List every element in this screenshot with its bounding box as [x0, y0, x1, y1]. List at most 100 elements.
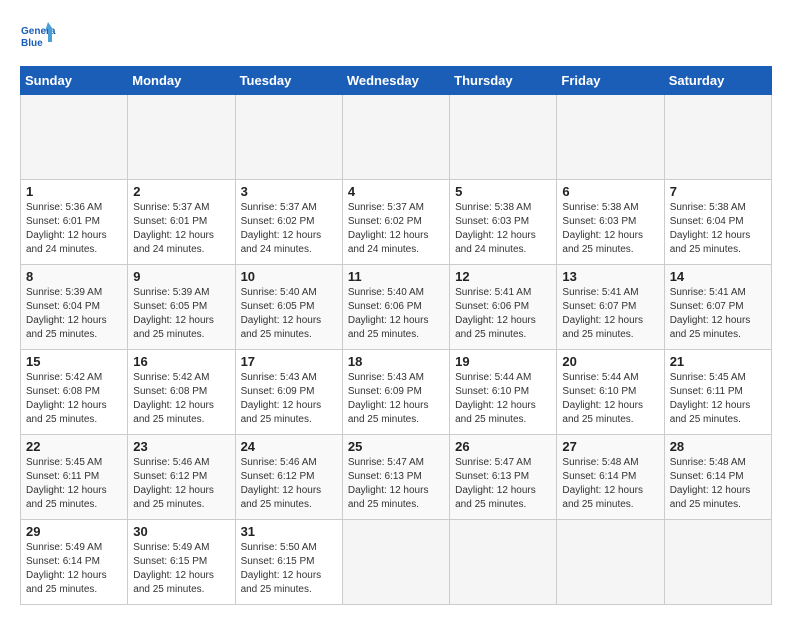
weekday-header-friday: Friday	[557, 67, 664, 95]
day-number: 5	[455, 184, 551, 199]
day-number: 16	[133, 354, 229, 369]
day-number: 21	[670, 354, 766, 369]
calendar-day: 10Sunrise: 5:40 AM Sunset: 6:05 PM Dayli…	[235, 265, 342, 350]
day-number: 26	[455, 439, 551, 454]
calendar-day: 29 Sunrise: 5:49 AM Sunset: 6:14 PM Dayli…	[21, 520, 128, 605]
day-info: Sunrise: 5:50 AM Sunset: 6:15 PM Dayligh…	[241, 541, 337, 597]
day-number: 20	[562, 354, 658, 369]
day-number: 6	[562, 184, 658, 199]
calendar-day: 9Sunrise: 5:39 AM Sunset: 6:05 PM Daylig…	[128, 265, 235, 350]
day-number: 9	[133, 269, 229, 284]
day-info: Sunrise: 5:42 AM Sunset: 6:08 PM Dayligh…	[133, 371, 229, 427]
day-number: 29	[26, 524, 122, 539]
day-number: 13	[562, 269, 658, 284]
day-number: 31	[241, 524, 337, 539]
day-info: Sunrise: 5:38 AM Sunset: 6:03 PM Dayligh…	[455, 201, 551, 257]
calendar-day: 30 Sunrise: 5:49 AM Sunset: 6:15 PM Dayli…	[128, 520, 235, 605]
day-number: 24	[241, 439, 337, 454]
calendar-week-5: 29 Sunrise: 5:49 AM Sunset: 6:14 PM Dayli…	[21, 520, 772, 605]
calendar-week-1: 1 Sunrise: 5:36 AM Sunset: 6:01 PM Daylig…	[21, 180, 772, 265]
calendar-day: 17Sunrise: 5:43 AM Sunset: 6:09 PM Dayli…	[235, 350, 342, 435]
calendar-day: 27 Sunrise: 5:48 AM Sunset: 6:14 PM Dayli…	[557, 435, 664, 520]
calendar-day: 19Sunrise: 5:44 AM Sunset: 6:10 PM Dayli…	[450, 350, 557, 435]
day-number: 2	[133, 184, 229, 199]
day-info: Sunrise: 5:44 AM Sunset: 6:10 PM Dayligh…	[562, 371, 658, 427]
calendar-day: 15Sunrise: 5:42 AM Sunset: 6:08 PM Dayli…	[21, 350, 128, 435]
day-number: 8	[26, 269, 122, 284]
calendar-day: 14 Sunrise: 5:41 AM Sunset: 6:07 PM Dayli…	[664, 265, 771, 350]
day-number: 10	[241, 269, 337, 284]
calendar-day: 28 Sunrise: 5:48 AM Sunset: 6:14 PM Dayli…	[664, 435, 771, 520]
day-number: 1	[26, 184, 122, 199]
day-number: 27	[562, 439, 658, 454]
day-number: 28	[670, 439, 766, 454]
calendar-week-4: 22 Sunrise: 5:45 AM Sunset: 6:11 PM Dayli…	[21, 435, 772, 520]
day-number: 22	[26, 439, 122, 454]
day-info: Sunrise: 5:36 AM Sunset: 6:01 PM Dayligh…	[26, 201, 122, 257]
calendar-day: 16 Sunrise: 5:42 AM Sunset: 6:08 PM Dayli…	[128, 350, 235, 435]
day-number: 17	[241, 354, 337, 369]
logo-graphic: General Blue	[20, 20, 56, 56]
calendar-day	[557, 95, 664, 180]
day-number: 11	[348, 269, 444, 284]
day-number: 3	[241, 184, 337, 199]
calendar-day	[450, 520, 557, 605]
weekday-header-saturday: Saturday	[664, 67, 771, 95]
calendar-day: 20 Sunrise: 5:44 AM Sunset: 6:10 PM Dayli…	[557, 350, 664, 435]
day-info: Sunrise: 5:41 AM Sunset: 6:07 PM Dayligh…	[670, 286, 766, 342]
day-info: Sunrise: 5:38 AM Sunset: 6:04 PM Dayligh…	[670, 201, 766, 257]
calendar-week-2: 8 Sunrise: 5:39 AM Sunset: 6:04 PM Daylig…	[21, 265, 772, 350]
calendar-day: 13 Sunrise: 5:41 AM Sunset: 6:07 PM Dayli…	[557, 265, 664, 350]
day-number: 4	[348, 184, 444, 199]
day-info: Sunrise: 5:48 AM Sunset: 6:14 PM Dayligh…	[562, 456, 658, 512]
day-info: Sunrise: 5:39 AM Sunset: 6:04 PM Dayligh…	[26, 286, 122, 342]
calendar-day: 4 Sunrise: 5:37 AM Sunset: 6:02 PM Daylig…	[342, 180, 449, 265]
calendar-week-0	[21, 95, 772, 180]
calendar-day	[235, 95, 342, 180]
calendar-day: 23Sunrise: 5:46 AM Sunset: 6:12 PM Dayli…	[128, 435, 235, 520]
calendar-day	[128, 95, 235, 180]
calendar-day: 22 Sunrise: 5:45 AM Sunset: 6:11 PM Dayli…	[21, 435, 128, 520]
calendar-day	[664, 95, 771, 180]
day-info: Sunrise: 5:45 AM Sunset: 6:11 PM Dayligh…	[670, 371, 766, 427]
day-info: Sunrise: 5:48 AM Sunset: 6:14 PM Dayligh…	[670, 456, 766, 512]
calendar-day	[664, 520, 771, 605]
logo: General Blue	[20, 20, 56, 56]
calendar-day	[557, 520, 664, 605]
day-info: Sunrise: 5:45 AM Sunset: 6:11 PM Dayligh…	[26, 456, 122, 512]
calendar-day: 8 Sunrise: 5:39 AM Sunset: 6:04 PM Daylig…	[21, 265, 128, 350]
calendar-week-3: 15Sunrise: 5:42 AM Sunset: 6:08 PM Dayli…	[21, 350, 772, 435]
day-number: 30	[133, 524, 229, 539]
day-info: Sunrise: 5:47 AM Sunset: 6:13 PM Dayligh…	[348, 456, 444, 512]
calendar-day	[450, 95, 557, 180]
logo-svg: General Blue	[20, 20, 56, 56]
day-info: Sunrise: 5:40 AM Sunset: 6:06 PM Dayligh…	[348, 286, 444, 342]
day-info: Sunrise: 5:37 AM Sunset: 6:02 PM Dayligh…	[241, 201, 337, 257]
day-info: Sunrise: 5:37 AM Sunset: 6:01 PM Dayligh…	[133, 201, 229, 257]
calendar-day: 24Sunrise: 5:46 AM Sunset: 6:12 PM Dayli…	[235, 435, 342, 520]
calendar-body: 1 Sunrise: 5:36 AM Sunset: 6:01 PM Daylig…	[21, 95, 772, 605]
day-info: Sunrise: 5:41 AM Sunset: 6:07 PM Dayligh…	[562, 286, 658, 342]
day-number: 25	[348, 439, 444, 454]
page-header: General Blue	[20, 20, 772, 56]
weekday-header-wednesday: Wednesday	[342, 67, 449, 95]
calendar-header-row: SundayMondayTuesdayWednesdayThursdayFrid…	[21, 67, 772, 95]
calendar-day: 6 Sunrise: 5:38 AM Sunset: 6:03 PM Daylig…	[557, 180, 664, 265]
calendar-day: 5 Sunrise: 5:38 AM Sunset: 6:03 PM Daylig…	[450, 180, 557, 265]
day-info: Sunrise: 5:49 AM Sunset: 6:14 PM Dayligh…	[26, 541, 122, 597]
calendar-day: 21 Sunrise: 5:45 AM Sunset: 6:11 PM Dayli…	[664, 350, 771, 435]
day-info: Sunrise: 5:44 AM Sunset: 6:10 PM Dayligh…	[455, 371, 551, 427]
calendar-table: SundayMondayTuesdayWednesdayThursdayFrid…	[20, 66, 772, 605]
day-info: Sunrise: 5:49 AM Sunset: 6:15 PM Dayligh…	[133, 541, 229, 597]
calendar-day	[342, 520, 449, 605]
day-info: Sunrise: 5:41 AM Sunset: 6:06 PM Dayligh…	[455, 286, 551, 342]
day-info: Sunrise: 5:37 AM Sunset: 6:02 PM Dayligh…	[348, 201, 444, 257]
calendar-day: 12 Sunrise: 5:41 AM Sunset: 6:06 PM Dayli…	[450, 265, 557, 350]
day-number: 14	[670, 269, 766, 284]
day-number: 7	[670, 184, 766, 199]
calendar-day: 11 Sunrise: 5:40 AM Sunset: 6:06 PM Dayli…	[342, 265, 449, 350]
day-info: Sunrise: 5:38 AM Sunset: 6:03 PM Dayligh…	[562, 201, 658, 257]
day-number: 12	[455, 269, 551, 284]
day-number: 23	[133, 439, 229, 454]
calendar-day: 26Sunrise: 5:47 AM Sunset: 6:13 PM Dayli…	[450, 435, 557, 520]
